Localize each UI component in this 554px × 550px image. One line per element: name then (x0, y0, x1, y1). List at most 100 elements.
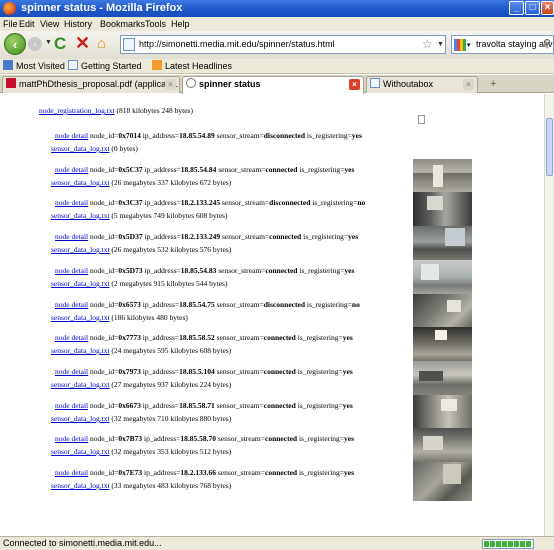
node-detail-link[interactable]: node detail (55, 266, 88, 275)
is-registering-value: yes (344, 266, 355, 275)
node-detail-link[interactable]: node detail (55, 232, 88, 241)
sensor-log-line: sensor_data_log.txt (32 megabytes 710 ki… (51, 414, 231, 423)
menu-tools[interactable]: Tools (145, 17, 166, 31)
stop-icon[interactable]: ✕ (75, 33, 90, 54)
menu-history[interactable]: History (64, 17, 92, 31)
sensor-log-link[interactable]: sensor_data_log.txt (51, 313, 110, 322)
bookmark-latest-headlines[interactable]: Latest Headlines (152, 59, 232, 74)
progress-fill (484, 541, 532, 547)
close-tab-icon[interactable]: × (463, 79, 474, 90)
node-detail-link[interactable]: node detail (55, 401, 88, 410)
reload-icon[interactable]: C (54, 34, 66, 54)
forward-button[interactable]: › (28, 37, 42, 51)
bookmark-label: Latest Headlines (165, 61, 233, 71)
tab-withoutabox[interactable]: Withoutabox × (366, 76, 478, 93)
menu-bookmarks[interactable]: Bookmarks (100, 17, 145, 31)
vertical-scrollbar[interactable] (544, 94, 554, 536)
node-id-value: 0x5C37 (118, 165, 143, 174)
maximize-button[interactable]: □ (525, 1, 540, 15)
sensor-log-link[interactable]: sensor_data_log.txt (51, 245, 110, 254)
bookmark-most-visited[interactable]: Most Visited (3, 59, 65, 74)
sensor-stream-value: connected (263, 333, 296, 342)
node-info-line: node detail node_id=0x7B73 ip_address=18… (55, 434, 354, 443)
is-registering-value: yes (344, 434, 355, 443)
node-info-line: node detail node_id=0x7773 ip_address=18… (55, 333, 353, 342)
node-row: node detail node_id=0x7773 ip_address=18… (51, 333, 410, 366)
node-id-label: node_id= (90, 266, 119, 275)
node-id-label: node_id= (90, 300, 119, 309)
sensor-log-link[interactable]: sensor_data_log.txt (51, 380, 110, 389)
sensor-log-line: sensor_data_log.txt (186 kilobytes 480 b… (51, 313, 188, 322)
camera-snapshot-image[interactable] (413, 462, 472, 501)
scrollbar-thumb[interactable] (546, 118, 553, 176)
search-bar[interactable]: ▾ travolta staying alive ⚲ (451, 35, 554, 54)
sensor-log-line: sensor_data_log.txt (24 megabytes 595 ki… (51, 346, 231, 355)
sensor-log-link[interactable]: sensor_data_log.txt (51, 481, 110, 490)
minimize-button[interactable]: _ (509, 1, 524, 15)
close-tab-icon[interactable]: × (165, 79, 176, 90)
sensor-log-link[interactable]: sensor_data_log.txt (51, 178, 110, 187)
node-detail-link[interactable]: node detail (55, 165, 88, 174)
node-id-label: node_id= (90, 198, 119, 207)
node-id-label: node_id= (90, 468, 119, 477)
ip-address-value: 18.85.58.70 (180, 434, 216, 443)
node-detail-link[interactable]: node detail (55, 434, 88, 443)
registration-log-link[interactable]: node_registration_log.txt (39, 106, 115, 115)
tab-pdf[interactable]: mattPhDthesis_proposal.pdf (applicatio..… (2, 76, 180, 93)
ip-address-value: 18.85.54.89 (179, 131, 215, 140)
bookmark-getting-started[interactable]: Getting Started (68, 59, 142, 74)
is-registering-value: yes (351, 131, 362, 140)
menu-help[interactable]: Help (171, 17, 190, 31)
history-dropdown-icon[interactable]: ▼ (45, 39, 52, 46)
sensor-stream-label: sensor_stream= (216, 367, 264, 376)
close-window-button[interactable]: × (541, 1, 554, 15)
url-dropdown-icon[interactable]: ▼ (437, 41, 444, 48)
sensor-stream-value: connected (263, 367, 296, 376)
node-detail-link[interactable]: node detail (55, 367, 88, 376)
is-registering-value: yes (342, 333, 353, 342)
tab-spinner-status[interactable]: spinner status × (182, 76, 364, 94)
ip-address-label: ip_address= (144, 198, 181, 207)
engine-dropdown-icon[interactable]: ▾ (467, 41, 471, 49)
search-icon[interactable]: ⚲ (543, 37, 551, 50)
sensor-log-link[interactable]: sensor_data_log.txt (51, 346, 110, 355)
ip-address-value: 18.85.54.75 (179, 300, 215, 309)
node-id-value: 0x7E73 (118, 468, 143, 477)
url-text[interactable]: http://simonetti.media.mit.edu/spinner/s… (139, 39, 335, 49)
sensor-stream-value: disconnected (263, 300, 305, 309)
ip-address-value: 18.85.54.84 (180, 165, 217, 174)
menu-edit[interactable]: Edit (19, 17, 35, 31)
sensor-stream-label: sensor_stream= (222, 232, 270, 241)
menu-file[interactable]: File (3, 17, 18, 31)
bookmark-star-icon[interactable]: ☆ (422, 37, 433, 51)
back-button[interactable]: ‹ (4, 33, 26, 55)
sensor-log-link[interactable]: sensor_data_log.txt (51, 211, 110, 220)
sensor-log-size: (24 megabytes 595 kilobytes 608 bytes) (111, 346, 232, 355)
sensor-log-line: sensor_data_log.txt (27 megabytes 937 ki… (51, 380, 231, 389)
url-bar[interactable]: http://simonetti.media.mit.edu/spinner/s… (120, 35, 446, 54)
node-row: node detail node_id=0x7014 ip_address=18… (51, 131, 410, 164)
sensor-log-link[interactable]: sensor_data_log.txt (51, 279, 110, 288)
search-engine-icon[interactable] (454, 39, 466, 51)
navigation-toolbar: ‹ › ▼ C ✕ ⌂ http://simonetti.media.mit.e… (0, 31, 554, 59)
new-tab-button[interactable]: + (490, 78, 496, 90)
sensor-log-link[interactable]: sensor_data_log.txt (51, 414, 110, 423)
sensor-log-line: sensor_data_log.txt (26 megabytes 532 ki… (51, 245, 231, 254)
menu-view[interactable]: View (40, 17, 59, 31)
node-info-line: node detail node_id=0x7973 ip_address=18… (55, 367, 353, 376)
sensor-log-link[interactable]: sensor_data_log.txt (51, 447, 110, 456)
close-tab-icon[interactable]: × (349, 79, 360, 90)
node-info-line: node detail node_id=0x6673 ip_address=18… (55, 401, 353, 410)
is-registering-value: no (357, 198, 366, 207)
document-icon (418, 115, 425, 124)
node-detail-link[interactable]: node detail (55, 300, 88, 309)
home-icon[interactable]: ⌂ (97, 35, 106, 52)
node-detail-link[interactable]: node detail (55, 468, 88, 477)
node-detail-link[interactable]: node detail (55, 198, 88, 207)
node-detail-link[interactable]: node detail (55, 333, 88, 342)
node-id-label: node_id= (90, 401, 119, 410)
bookmark-label: Most Visited (16, 61, 65, 71)
is-registering-label: is_registering= (299, 266, 345, 275)
sensor-log-link[interactable]: sensor_data_log.txt (51, 144, 110, 153)
node-detail-link[interactable]: node detail (55, 131, 88, 140)
